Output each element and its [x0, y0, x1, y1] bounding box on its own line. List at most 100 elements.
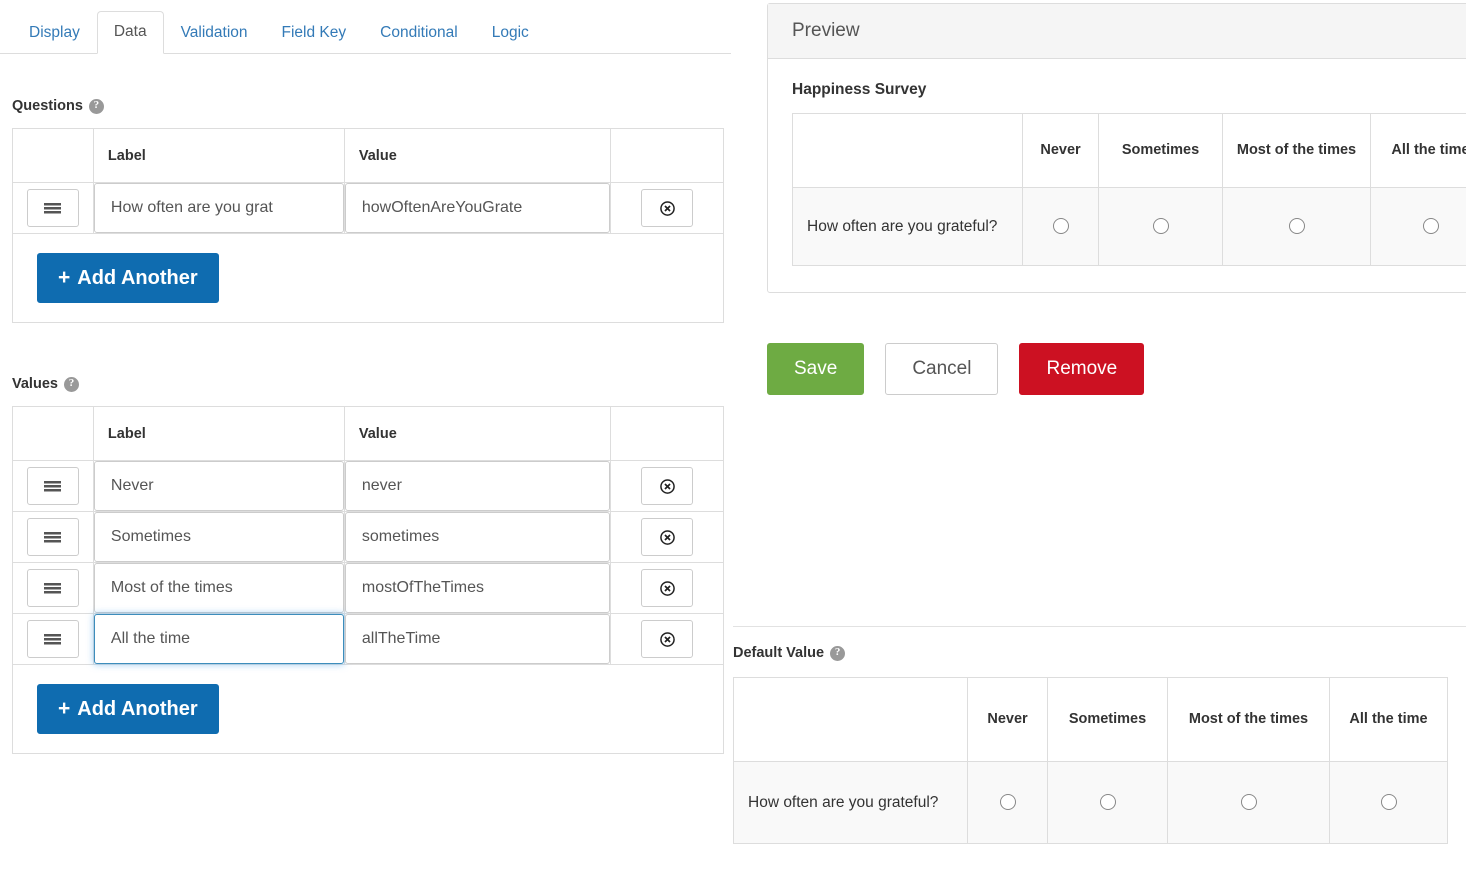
preview-panel: Preview Happiness Survey Never Sometimes… — [733, 0, 1466, 873]
save-button[interactable]: Save — [767, 343, 864, 395]
values-header-row: Label Value — [13, 407, 724, 461]
preview-col-never: Never — [1023, 114, 1099, 188]
section-divider — [733, 626, 1466, 627]
drag-handle-icon[interactable] — [27, 518, 79, 556]
survey-title: Happiness Survey — [792, 81, 1466, 99]
value-value-input-2[interactable] — [345, 563, 610, 613]
edit-panel: Display Data Validation Field Key Condit… — [0, 0, 731, 873]
question-label-input[interactable] — [94, 183, 344, 233]
values-col-label: Label — [93, 407, 344, 461]
tab-display[interactable]: Display — [12, 12, 97, 54]
question-mark-icon[interactable]: ? — [89, 99, 104, 114]
tab-logic[interactable]: Logic — [475, 12, 546, 54]
plus-icon: + — [58, 699, 70, 719]
values-col-value: Value — [344, 407, 610, 461]
values-add-row: + Add Another — [13, 665, 724, 754]
dv-cell-most-of-the-times — [1168, 762, 1330, 844]
radio-most-of-the-times[interactable] — [1289, 218, 1305, 234]
values-value-cell — [344, 563, 610, 614]
table-row — [13, 183, 724, 234]
radio-most-of-the-times[interactable] — [1241, 794, 1257, 810]
tab-validation[interactable]: Validation — [164, 12, 265, 54]
questions-header-row: Label Value — [13, 129, 724, 183]
remove-circle-icon[interactable] — [641, 189, 693, 227]
preview-col-blank — [793, 114, 1023, 188]
questions-remove-cell — [611, 183, 724, 234]
question-mark-icon[interactable]: ? — [830, 646, 845, 661]
dv-cell-never — [968, 762, 1048, 844]
radio-all-the-time[interactable] — [1381, 794, 1397, 810]
drag-handle-icon[interactable] — [27, 189, 79, 227]
drag-handle-icon[interactable] — [27, 467, 79, 505]
remove-circle-icon[interactable] — [641, 569, 693, 607]
preview-col-sometimes: Sometimes — [1099, 114, 1223, 188]
values-add-another-label: Add Another — [77, 698, 197, 720]
questions-add-cell: + Add Another — [13, 234, 724, 323]
questions-col-value: Value — [344, 129, 610, 183]
questions-add-another-button[interactable]: + Add Another — [37, 253, 219, 303]
default-value-section: Default Value ? Never Sometimes Most of … — [733, 645, 1466, 844]
preview-header-row: Never Sometimes Most of the times All th… — [793, 114, 1466, 188]
remove-button[interactable]: Remove — [1019, 343, 1144, 395]
values-label-cell — [93, 461, 344, 512]
questions-section: Questions ? Label Value — [12, 98, 724, 323]
questions-col-actions — [611, 129, 724, 183]
values-handle-cell — [13, 563, 94, 614]
tab-data[interactable]: Data — [97, 11, 164, 54]
table-row — [13, 563, 724, 614]
drag-handle-icon[interactable] — [27, 620, 79, 658]
values-add-another-button[interactable]: + Add Another — [37, 684, 219, 734]
preview-card: Preview Happiness Survey Never Sometimes… — [767, 3, 1466, 293]
value-value-input-1[interactable] — [345, 512, 610, 562]
questions-table: Label Value — [12, 128, 724, 323]
values-col-blank — [13, 407, 94, 461]
dv-col-most-of-the-times: Most of the times — [1168, 678, 1330, 762]
values-remove-cell — [611, 461, 724, 512]
dv-col-never: Never — [968, 678, 1048, 762]
remove-circle-icon[interactable] — [641, 518, 693, 556]
form-builder-page: Display Data Validation Field Key Condit… — [0, 0, 1466, 873]
radio-sometimes[interactable] — [1153, 218, 1169, 234]
preview-col-all-the-time: All the time — [1371, 114, 1466, 188]
preview-question-label: How often are you grateful? — [793, 188, 1023, 266]
values-label-cell — [93, 512, 344, 563]
tab-conditional[interactable]: Conditional — [363, 12, 475, 54]
values-value-cell — [344, 614, 610, 665]
radio-never[interactable] — [1053, 218, 1069, 234]
values-handle-cell — [13, 614, 94, 665]
preview-cell-never — [1023, 188, 1099, 266]
questions-title: Questions — [12, 98, 83, 114]
table-row — [13, 614, 724, 665]
plus-icon: + — [58, 268, 70, 288]
values-section: Values ? Label Value — [12, 376, 724, 754]
cancel-button[interactable]: Cancel — [885, 343, 998, 395]
values-label: Values ? — [12, 376, 724, 392]
drag-handle-icon[interactable] — [27, 569, 79, 607]
questions-add-another-label: Add Another — [77, 267, 197, 289]
radio-never[interactable] — [1000, 794, 1016, 810]
table-row — [13, 461, 724, 512]
value-label-input-3[interactable] — [94, 614, 344, 664]
remove-circle-icon[interactable] — [641, 620, 693, 658]
action-buttons: Save Cancel Remove — [767, 343, 1144, 395]
values-remove-cell — [611, 512, 724, 563]
dv-cell-all-the-time — [1330, 762, 1448, 844]
radio-sometimes[interactable] — [1100, 794, 1116, 810]
remove-circle-icon[interactable] — [641, 467, 693, 505]
value-label-input-1[interactable] — [94, 512, 344, 562]
question-value-input[interactable] — [345, 183, 610, 233]
questions-handle-cell — [13, 183, 94, 234]
value-label-input-2[interactable] — [94, 563, 344, 613]
value-value-input-0[interactable] — [345, 461, 610, 511]
radio-all-the-time[interactable] — [1423, 218, 1439, 234]
questions-add-row: + Add Another — [13, 234, 724, 323]
value-value-input-3[interactable] — [345, 614, 610, 664]
value-label-input-0[interactable] — [94, 461, 344, 511]
table-row: How often are you grateful? — [734, 762, 1448, 844]
values-table: Label Value — [12, 406, 724, 754]
preview-header: Preview — [768, 4, 1466, 59]
question-mark-icon[interactable]: ? — [64, 377, 79, 392]
preview-cell-sometimes — [1099, 188, 1223, 266]
questions-label: Questions ? — [12, 98, 724, 114]
tab-field-key[interactable]: Field Key — [265, 12, 364, 54]
